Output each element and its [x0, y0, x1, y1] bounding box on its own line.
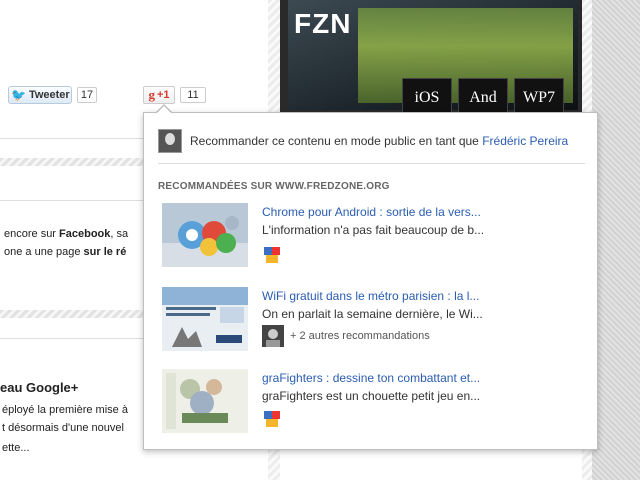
google-g-icon: g: [148, 87, 155, 102]
facebook-link[interactable]: Facebook: [59, 228, 110, 240]
user-profile-link[interactable]: Frédéric Pereira: [482, 134, 568, 148]
item-title-link[interactable]: graFighters : dessine ton combattant et.…: [262, 371, 480, 385]
item-description: On en parlait la semaine dernière, le Wi…: [262, 307, 483, 321]
recommend-row: Recommander ce contenu en mode public en…: [158, 129, 568, 153]
article-text-line: éployé la première mise à: [2, 404, 128, 416]
section-title: RECOMMANDÉES SUR WWW.FREDZONE.ORG: [158, 181, 390, 192]
popup-separator: [158, 163, 585, 164]
recommender-avatar[interactable]: [262, 325, 284, 347]
recommendation-popup: Recommander ce contenu en mode public en…: [143, 112, 598, 450]
fzn-logo: FZN: [294, 8, 352, 39]
twitter-bird-icon: 🐦: [11, 88, 26, 102]
item-thumbnail-chrome[interactable]: [162, 203, 248, 267]
plus-one-label: +1: [156, 89, 170, 101]
article-text-line: encore sur Facebook, sa: [4, 228, 129, 240]
article-text-line: t désormais d'une nouvel: [2, 422, 124, 434]
article-text-line: one a une page sur le ré: [4, 246, 127, 258]
article-text-line: ette...: [2, 442, 30, 454]
item-title-link[interactable]: Chrome pour Android : sortie de la vers.…: [262, 205, 481, 219]
item-thumbnail-wifi[interactable]: [162, 287, 248, 351]
user-avatar: [158, 129, 182, 153]
item-thumbnail-grafighters[interactable]: [162, 369, 248, 433]
item-description: L'information n'a pas fait beaucoup de b…: [262, 223, 485, 237]
item-title-link[interactable]: WiFi gratuit dans le métro parisien : la…: [262, 289, 479, 303]
recommender-avatar[interactable]: [262, 243, 284, 265]
tweet-count: 17: [77, 87, 97, 103]
gplus-count: 11: [180, 87, 206, 103]
recommend-text: Recommander ce contenu en mode public en…: [190, 134, 569, 148]
tweet-label: Tweeter: [28, 89, 70, 101]
popup-arrow-fill: [156, 106, 172, 114]
recommender-avatar[interactable]: [262, 407, 284, 429]
item-description: graFighters est un chouette petit jeu en…: [262, 389, 481, 403]
google-plus-one-button[interactable]: g +1: [143, 86, 175, 104]
article-heading[interactable]: eau Google+: [0, 380, 78, 395]
tweet-button[interactable]: 🐦 Tweeter: [8, 86, 72, 104]
right-background-strip: [592, 0, 640, 480]
other-recommendations-link[interactable]: + 2 autres recommandations: [290, 330, 430, 342]
